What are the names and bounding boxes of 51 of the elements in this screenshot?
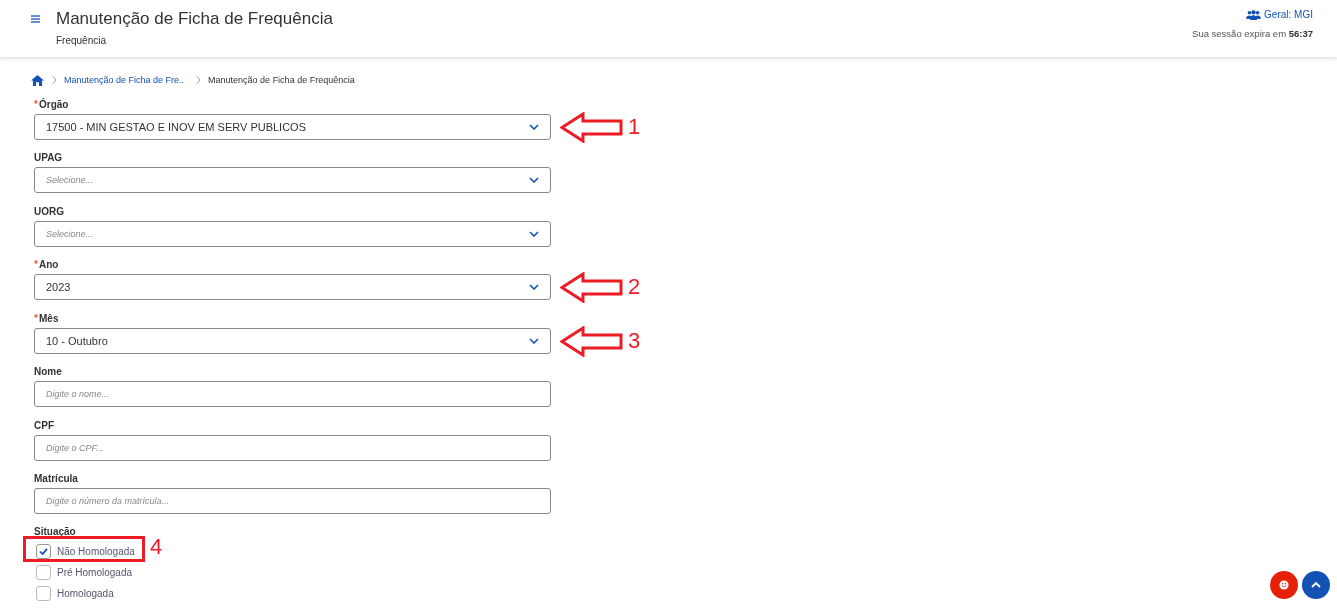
chevron-down-icon [529,124,539,130]
field-label: UORG [34,205,64,218]
caret-up-icon [1311,582,1321,588]
field-label: Mês [39,312,59,325]
select-field[interactable]: Selecione... [34,167,551,194]
chevron-down-icon [529,284,539,291]
checkbox[interactable] [36,586,51,602]
checkbox[interactable] [36,544,51,560]
session-timer: Sua sessão expira em 56:37 [1192,27,1313,40]
annotation-number: 4 [150,534,163,561]
field-label: Matrícula [34,472,78,485]
smiley-icon [1279,580,1289,590]
annotation-arrow [560,325,623,357]
checkbox-label[interactable]: Não Homologada [57,546,135,558]
feedback-button[interactable] [1270,571,1298,599]
chevron-right-icon [196,76,202,84]
field-label: Nome [34,366,62,379]
checkbox-label[interactable]: Homologada [57,588,114,600]
input-field[interactable]: Digite o CPF... [34,434,551,461]
annotation-number: 3 [628,327,641,354]
select-field[interactable]: 10 - Outubro [34,327,551,354]
select-field[interactable]: Selecione... [34,220,551,247]
select-field[interactable]: 2023 [34,274,551,301]
check-icon [39,548,48,556]
chevron-down-icon [529,337,539,344]
input-field[interactable]: Digite o número da matrícula... [34,487,551,514]
breadcrumb-link[interactable]: Manutenção de Ficha de Fre.. [64,74,185,86]
profile-link[interactable]: Geral: MGI [1246,8,1313,21]
chevron-right-icon [52,76,57,84]
home-icon[interactable] [31,74,44,86]
annotation-arrow [560,112,623,143]
field-label: CPF [34,419,54,432]
scroll-top-button[interactable] [1302,571,1330,599]
chevron-down-icon [529,230,539,237]
select-field[interactable]: 17500 - MIN GESTAO E INOV EM SERV PUBLICOS [34,114,551,140]
breadcrumb-current: Manutenção de Ficha de Frequência [208,74,355,86]
input-field[interactable]: Digite o nome... [34,381,551,408]
field-label: Ano [39,259,59,272]
annotation-arrow [560,272,623,304]
field-label: Órgão [39,99,69,111]
page-title: Manutenção de Ficha de Frequência [56,8,333,30]
annotation-number: 2 [628,274,641,301]
checkbox[interactable] [36,565,51,581]
annotation-number: 1 [628,114,641,140]
users-icon [1246,9,1262,20]
chevron-down-icon [529,177,539,184]
field-label: Situação [34,526,76,539]
field-label: UPAG [34,152,63,165]
page-subtitle: Frequência [56,34,107,47]
menu-icon[interactable] [31,15,40,23]
checkbox-label[interactable]: Pré Homologada [57,567,133,579]
